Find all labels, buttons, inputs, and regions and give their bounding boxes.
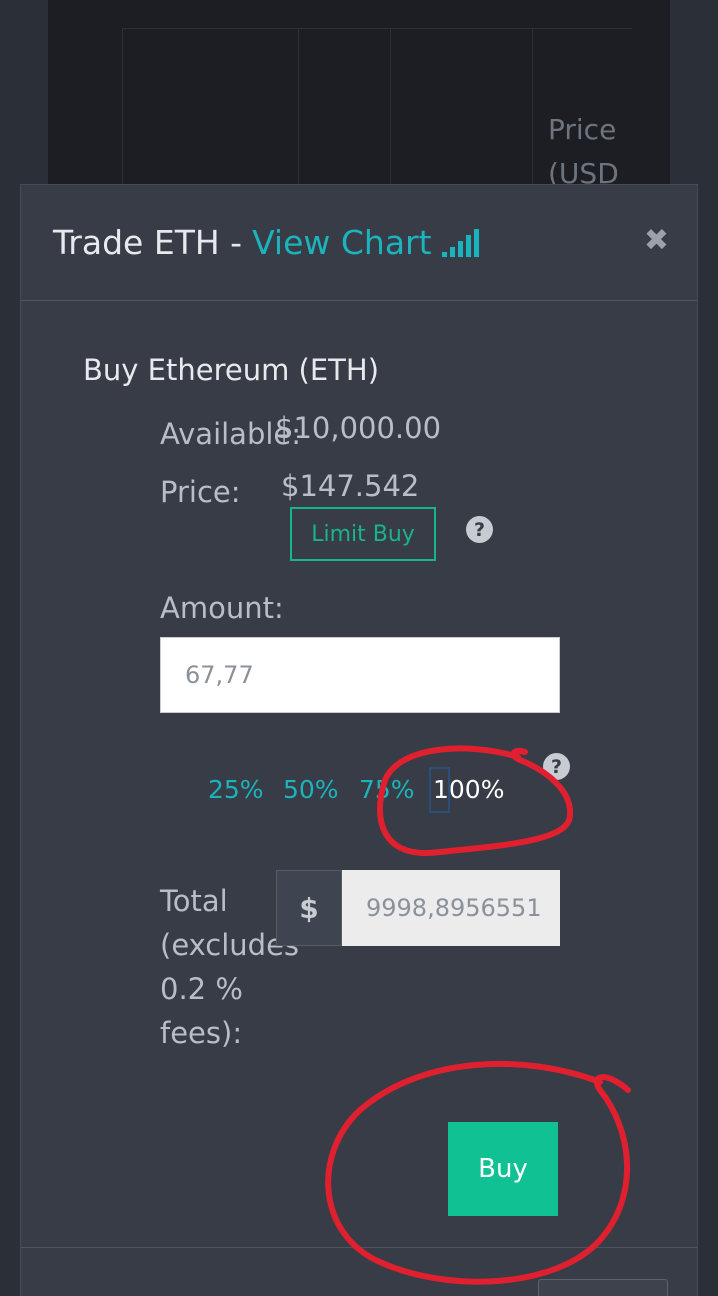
buy-button[interactable]: Buy bbox=[448, 1122, 558, 1216]
percent-50-button[interactable]: 50% bbox=[283, 775, 339, 804]
screen: Price (USD Trade ETH - View Chart ✖ Buy … bbox=[0, 0, 718, 1296]
amount-label: Amount: bbox=[160, 591, 284, 625]
question-circle-icon[interactable]: ? bbox=[543, 753, 570, 780]
signal-bars-icon[interactable] bbox=[441, 228, 479, 257]
modal-footer-divider bbox=[21, 1247, 697, 1248]
amount-input[interactable]: 67,77 bbox=[160, 637, 560, 713]
footer-button[interactable] bbox=[538, 1279, 668, 1296]
grid-line bbox=[532, 28, 533, 198]
total-input[interactable]: 9998,8956551 bbox=[342, 870, 560, 946]
percent-75-button[interactable]: 75% bbox=[359, 775, 415, 804]
grid-line bbox=[298, 28, 299, 198]
modal-title: Trade ETH - View Chart bbox=[53, 223, 479, 262]
currency-addon: $ bbox=[276, 870, 342, 946]
view-chart-link[interactable]: View Chart bbox=[252, 223, 432, 262]
trade-modal: Trade ETH - View Chart ✖ Buy Ethereum (E… bbox=[20, 184, 698, 1296]
modal-header: Trade ETH - View Chart ✖ bbox=[21, 185, 697, 301]
price-column-header: Price (USD bbox=[548, 113, 619, 190]
available-value: $10,000.00 bbox=[275, 411, 442, 445]
price-label: Price: bbox=[160, 475, 241, 509]
limit-buy-button[interactable]: Limit Buy bbox=[290, 507, 436, 561]
grid-line bbox=[390, 28, 391, 198]
percent-25-button[interactable]: 25% bbox=[208, 775, 264, 804]
price-value: $147.542 bbox=[281, 469, 420, 503]
question-circle-icon[interactable]: ? bbox=[466, 516, 493, 543]
section-title: Buy Ethereum (ETH) bbox=[83, 353, 380, 387]
modal-title-text: Trade ETH - bbox=[53, 223, 243, 262]
percent-100-button[interactable]: 100% bbox=[433, 775, 504, 804]
close-icon[interactable]: ✖ bbox=[644, 223, 669, 258]
